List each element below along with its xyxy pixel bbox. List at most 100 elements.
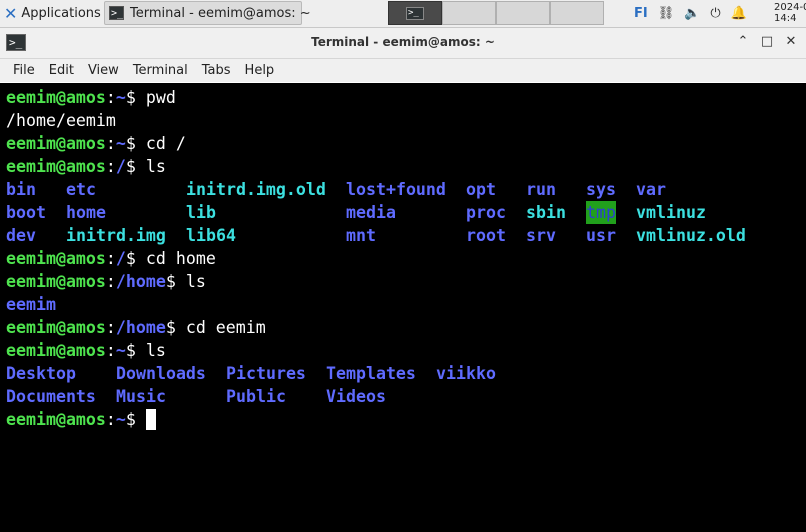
ls-entry: proc — [466, 203, 506, 222]
ls-entry: run — [526, 180, 556, 199]
menu-edit[interactable]: Edit — [42, 63, 81, 78]
clock[interactable]: 2024-0 14:4 — [774, 2, 806, 24]
prompt-user: eemim@amos — [6, 157, 106, 176]
menu-help[interactable]: Help — [238, 63, 282, 78]
ls-entry: Desktop — [6, 364, 76, 383]
keyboard-layout-indicator[interactable]: FI — [634, 6, 648, 21]
clock-date: 2024-0 — [774, 2, 806, 13]
close-icon[interactable]: ✕ — [782, 33, 800, 51]
terminal-line: eemim@amos:~$ cd / — [6, 134, 186, 153]
clock-time: 14:4 — [774, 13, 797, 24]
minimize-icon[interactable]: ⌃ — [734, 33, 752, 51]
menu-view[interactable]: View — [81, 63, 126, 78]
applications-label: Applications — [21, 5, 101, 21]
workspace-switcher: >_ — [388, 1, 604, 25]
ls-row: dev initrd.img lib64 mnt root srv usr vm… — [6, 224, 806, 247]
workspace-2[interactable] — [442, 1, 496, 25]
text-cursor — [145, 408, 156, 430]
taskbar-terminal-button[interactable]: >_ Terminal - eemim@amos: ~ — [104, 1, 311, 25]
ls-row: bin etc initrd.img.old lost+found opt ru… — [6, 178, 806, 201]
ls-entry: etc — [66, 180, 96, 199]
ls-entry: viikko — [436, 364, 496, 383]
notifications-bell-icon[interactable]: 🔔 — [731, 6, 747, 21]
prompt-dir: ~ — [115, 88, 126, 107]
ls-entry-sticky: tmp — [586, 201, 616, 224]
command-text: $ ls — [125, 157, 166, 176]
ls-row: Documents Music Public Videos — [6, 385, 806, 408]
terminal-line: eemim@amos:/home$ cd eemim — [6, 318, 266, 337]
ls-entry: lib — [186, 203, 216, 222]
command-text: $ cd / — [125, 134, 186, 153]
terminal-line: eemim@amos:~$ — [6, 408, 806, 431]
xfce-logo-icon: ✕ — [4, 3, 18, 23]
terminal-icon: >_ — [109, 6, 125, 20]
prompt-dir: ~ — [115, 410, 126, 429]
window-title: Terminal - eemim@amos: ~ — [311, 35, 495, 49]
command-text: $ ls — [165, 272, 206, 291]
prompt-user: eemim@amos — [6, 410, 106, 429]
ls-entry: Public — [226, 387, 286, 406]
ls-entry: dev — [6, 226, 36, 245]
menu-tabs[interactable]: Tabs — [195, 63, 238, 78]
terminal-icon: >_ — [406, 6, 424, 20]
ls-entry: srv — [526, 226, 556, 245]
prompt-dir: ~ — [115, 341, 126, 360]
maximize-icon[interactable]: □ — [758, 33, 776, 51]
prompt-user: eemim@amos — [6, 249, 106, 268]
prompt-user: eemim@amos — [6, 318, 106, 337]
ls-entry: Music — [116, 387, 166, 406]
ls-entry: boot — [6, 203, 46, 222]
workspace-3[interactable] — [496, 1, 550, 25]
terminal-line: eemim@amos:/$ cd home — [6, 249, 216, 268]
terminal-line: eemim@amos:/home$ ls — [6, 272, 206, 291]
ls-entry: usr — [586, 226, 616, 245]
ls-entry: vmlinuz.old — [636, 226, 746, 245]
ls-entry: mnt — [346, 226, 376, 245]
power-icon[interactable]: ⏻ — [710, 6, 720, 21]
prompt-user: eemim@amos — [6, 341, 106, 360]
window-titlebar[interactable]: >_ Terminal - eemim@amos: ~ ⌃ □ ✕ — [0, 28, 806, 59]
ls-entry: Pictures — [226, 364, 306, 383]
prompt-user: eemim@amos — [6, 88, 106, 107]
prompt-dir: /home — [115, 272, 166, 291]
ls-entry: Documents — [6, 387, 96, 406]
workspace-4[interactable] — [550, 1, 604, 25]
ls-entry: Templates — [326, 364, 416, 383]
ls-entry: root — [466, 226, 506, 245]
system-tray: FI ⛓ 🔈 ⏻ 🔔 — [634, 0, 747, 27]
ls-entry: var — [636, 180, 666, 199]
ls-entry: opt — [466, 180, 496, 199]
prompt-user: eemim@amos — [6, 272, 106, 291]
prompt-dir: ~ — [115, 134, 126, 153]
ls-entry: Downloads — [116, 364, 206, 383]
ls-row: boot home lib media proc sbin tmp vmlinu… — [6, 201, 806, 224]
terminal-line: eemim — [6, 293, 806, 316]
command-text: $ cd eemim — [165, 318, 266, 337]
ls-entry: sbin — [526, 203, 566, 222]
ls-row: Desktop Downloads Pictures Templates vii… — [6, 362, 806, 385]
workspace-1[interactable]: >_ — [388, 1, 442, 25]
ls-entry: lib64 — [186, 226, 236, 245]
command-text: $ — [125, 410, 146, 429]
ls-entry: media — [346, 203, 396, 222]
ls-entry: sys — [586, 180, 616, 199]
command-text: $ ls — [125, 341, 166, 360]
volume-icon[interactable]: 🔈 — [684, 6, 700, 21]
prompt-dir: /home — [115, 318, 166, 337]
prompt-dir: / — [115, 249, 126, 268]
output-text: /home/eemim — [6, 111, 116, 130]
terminal-line: /home/eemim — [6, 109, 806, 132]
terminal-line: eemim@amos:~$ pwd — [6, 88, 176, 107]
terminal-output[interactable]: eemim@amos:~$ pwd /home/eemim eemim@amos… — [0, 83, 806, 532]
command-text: $ pwd — [125, 88, 176, 107]
ls-entry: eemim — [6, 295, 56, 314]
menu-file[interactable]: File — [6, 63, 42, 78]
menubar: File Edit View Terminal Tabs Help — [0, 59, 806, 82]
ls-entry: home — [66, 203, 106, 222]
network-icon[interactable]: ⛓ — [658, 6, 675, 21]
command-text: $ cd home — [125, 249, 216, 268]
menu-terminal[interactable]: Terminal — [126, 63, 195, 78]
applications-menu-button[interactable]: ✕ Applications ☰ — [0, 1, 115, 25]
taskbar-terminal-label: Terminal - eemim@amos: ~ — [130, 5, 311, 21]
ls-entry: Videos — [326, 387, 386, 406]
